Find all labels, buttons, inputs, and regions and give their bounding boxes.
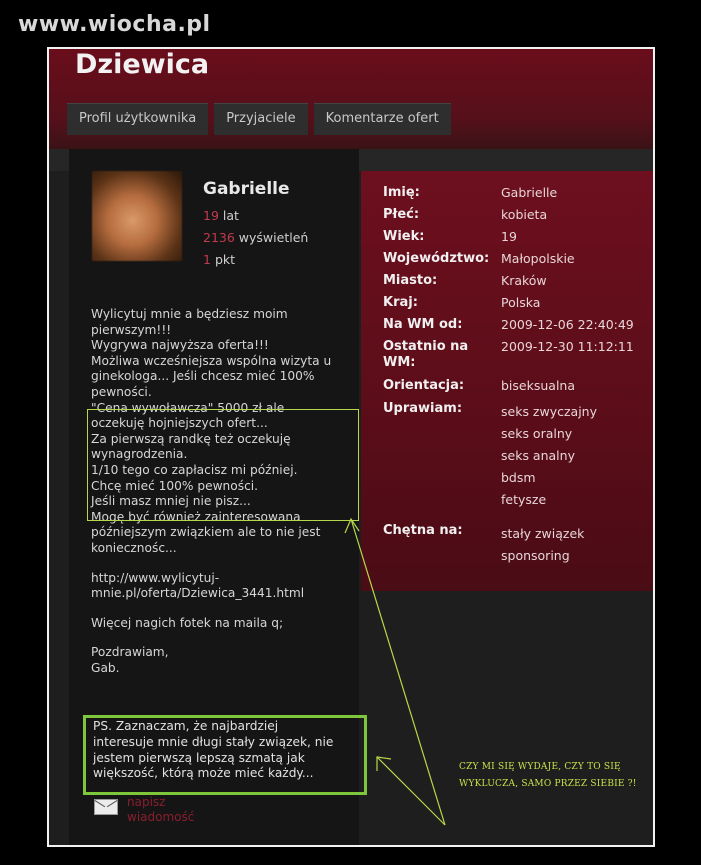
arrow-line-up (350, 518, 446, 826)
site-watermark: www.wiocha.pl (18, 12, 211, 37)
annotation-arrows (344, 517, 446, 826)
arrow-head-up (344, 517, 360, 534)
screenshot-frame: Dziewica Profil użytkownika Przyjaciele … (47, 47, 655, 847)
annotation-caption: CZY MI SIĘ WYDAJE, CZY TO SIĘ WYKLUCZA, … (459, 762, 637, 789)
